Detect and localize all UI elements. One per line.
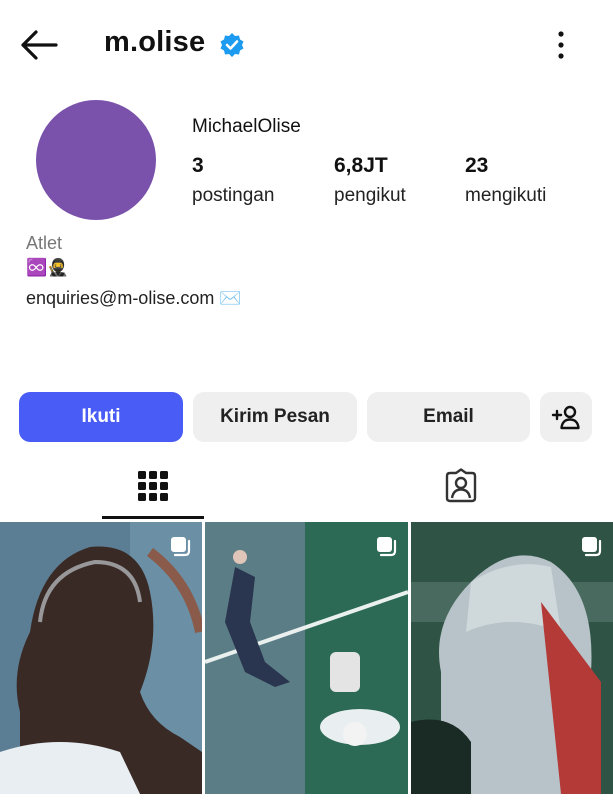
arrow-left-icon — [21, 30, 58, 60]
suggest-people-button[interactable] — [540, 392, 592, 442]
post-image — [205, 522, 408, 794]
verified-badge-icon — [220, 33, 244, 57]
stat-posts-label: postingan — [192, 185, 275, 206]
tagged-user-icon — [445, 468, 477, 503]
stat-posts: 3 postingan — [192, 154, 274, 207]
back-button[interactable] — [18, 28, 60, 62]
tab-tagged[interactable] — [410, 452, 512, 520]
message-button[interactable]: Kirim Pesan — [193, 392, 357, 442]
post-image — [0, 522, 202, 794]
stat-following-count: 23 — [465, 154, 489, 177]
multi-post-icon — [582, 537, 602, 557]
tab-posts-grid[interactable] — [102, 452, 204, 520]
grid-post[interactable] — [411, 522, 613, 794]
stat-following[interactable]: 23 mengikuti — [465, 154, 546, 207]
multi-post-icon — [171, 537, 191, 557]
active-tab-indicator — [102, 516, 204, 519]
email-button[interactable]: Email — [367, 392, 530, 442]
grid-post[interactable] — [205, 522, 408, 794]
bio-emoji-line: ♾️🥷 — [26, 258, 69, 277]
page-title: m.olise — [104, 26, 206, 58]
display-name: MichaelOlise — [192, 116, 301, 137]
bio-email-link[interactable]: enquiries@m-olise.com ✉️ — [26, 288, 242, 309]
follow-button[interactable]: Ikuti — [19, 392, 183, 442]
more-vertical-icon — [558, 31, 564, 59]
more-options-button[interactable] — [550, 28, 572, 62]
grid-icon — [138, 471, 168, 501]
stat-following-label: mengikuti — [465, 185, 547, 206]
profile-header: m.olise — [0, 0, 613, 90]
profile-tabs — [0, 452, 613, 520]
bio-category: Atlet — [26, 233, 63, 253]
post-image — [411, 522, 613, 794]
grid-post[interactable] — [0, 522, 202, 794]
add-person-icon — [551, 405, 580, 430]
multi-post-icon — [377, 537, 397, 557]
stat-followers-label: pengikut — [334, 185, 406, 206]
bio: Atlet ♾️🥷 enquiries@m-olise.com ✉️ — [26, 233, 242, 309]
avatar[interactable] — [36, 100, 156, 220]
stat-posts-count: 3 — [192, 154, 204, 177]
stat-followers-count: 6,8JT — [334, 154, 388, 177]
stat-followers[interactable]: 6,8JT pengikut — [334, 154, 406, 207]
